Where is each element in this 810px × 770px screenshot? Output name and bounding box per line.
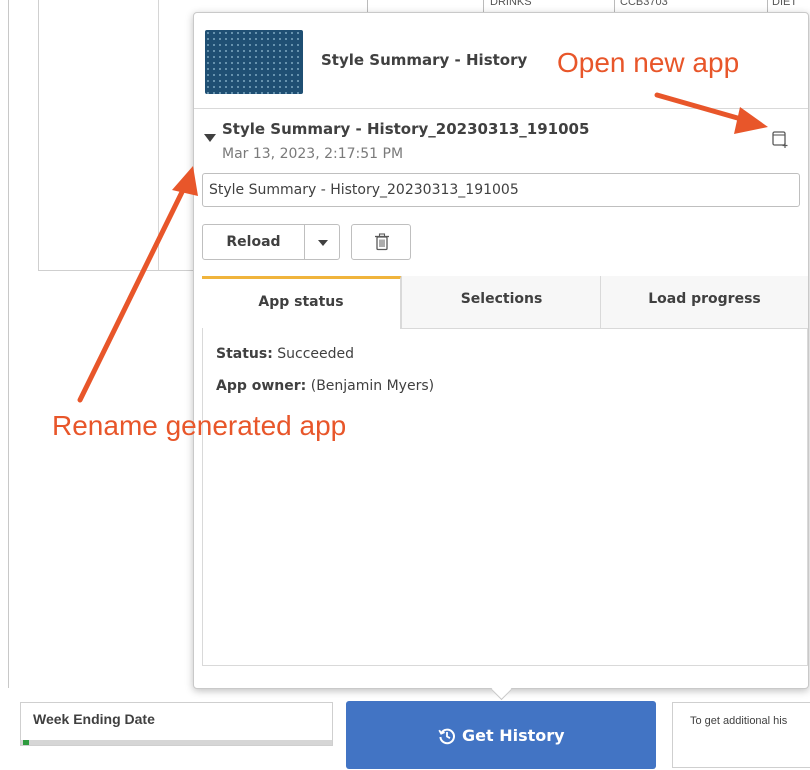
get-history-button[interactable]: Get History (346, 701, 656, 769)
reload-dropdown[interactable] (305, 225, 339, 259)
history-icon (438, 728, 455, 744)
owner-label: App owner: (216, 378, 307, 394)
reload-label: Reload (203, 225, 305, 259)
get-history-label: Get History (462, 726, 565, 745)
column-header: CCB3703 (620, 0, 668, 8)
status-value: Succeeded (277, 346, 355, 362)
week-ending-date-label: Week Ending Date (33, 711, 155, 727)
tab-selections[interactable]: Selections (401, 276, 601, 328)
app-name-input[interactable] (202, 173, 800, 207)
background-chart-divider (158, 0, 159, 270)
annotation-open-new-app: Open new app (557, 47, 740, 78)
annotation-rename-generated-app: Rename generated app (52, 410, 347, 441)
hint-panel: To get additional his (672, 702, 810, 768)
tab-bar: App status Selections Load progress (202, 276, 808, 329)
tab-load-progress[interactable]: Load progress (600, 276, 808, 328)
chevron-down-icon (318, 240, 328, 246)
generated-app-name: Style Summary - History_20230313_191005 (222, 120, 590, 138)
background-chart-area (38, 0, 194, 271)
selection-bar (21, 740, 332, 745)
column-header: DRINKS (490, 0, 532, 8)
owner-row: App owner: (Benjamin Myers) (216, 378, 434, 394)
tab-app-status[interactable]: App status (202, 276, 401, 329)
panel-border (8, 0, 9, 688)
reload-button[interactable]: Reload (202, 224, 340, 260)
status-row: Status: Succeeded (216, 346, 354, 362)
generated-app-date: Mar 13, 2023, 2:17:51 PM (222, 146, 404, 162)
week-ending-date-filter[interactable]: Week Ending Date (20, 702, 333, 746)
status-label: Status: (216, 346, 273, 362)
delete-button[interactable] (351, 224, 411, 260)
history-popover: Style Summary - History Style Summary - … (193, 12, 809, 689)
hint-text: To get additional his (690, 715, 788, 727)
owner-value: (Benjamin Myers) (310, 378, 435, 394)
app-thumbnail (205, 30, 303, 94)
popover-title: Style Summary - History (321, 51, 528, 69)
trash-icon (375, 233, 389, 251)
expand-caret-icon[interactable] (204, 134, 216, 142)
open-new-app-icon[interactable] (772, 131, 788, 149)
selection-indicator (23, 740, 29, 745)
column-header: DIET (772, 0, 798, 8)
